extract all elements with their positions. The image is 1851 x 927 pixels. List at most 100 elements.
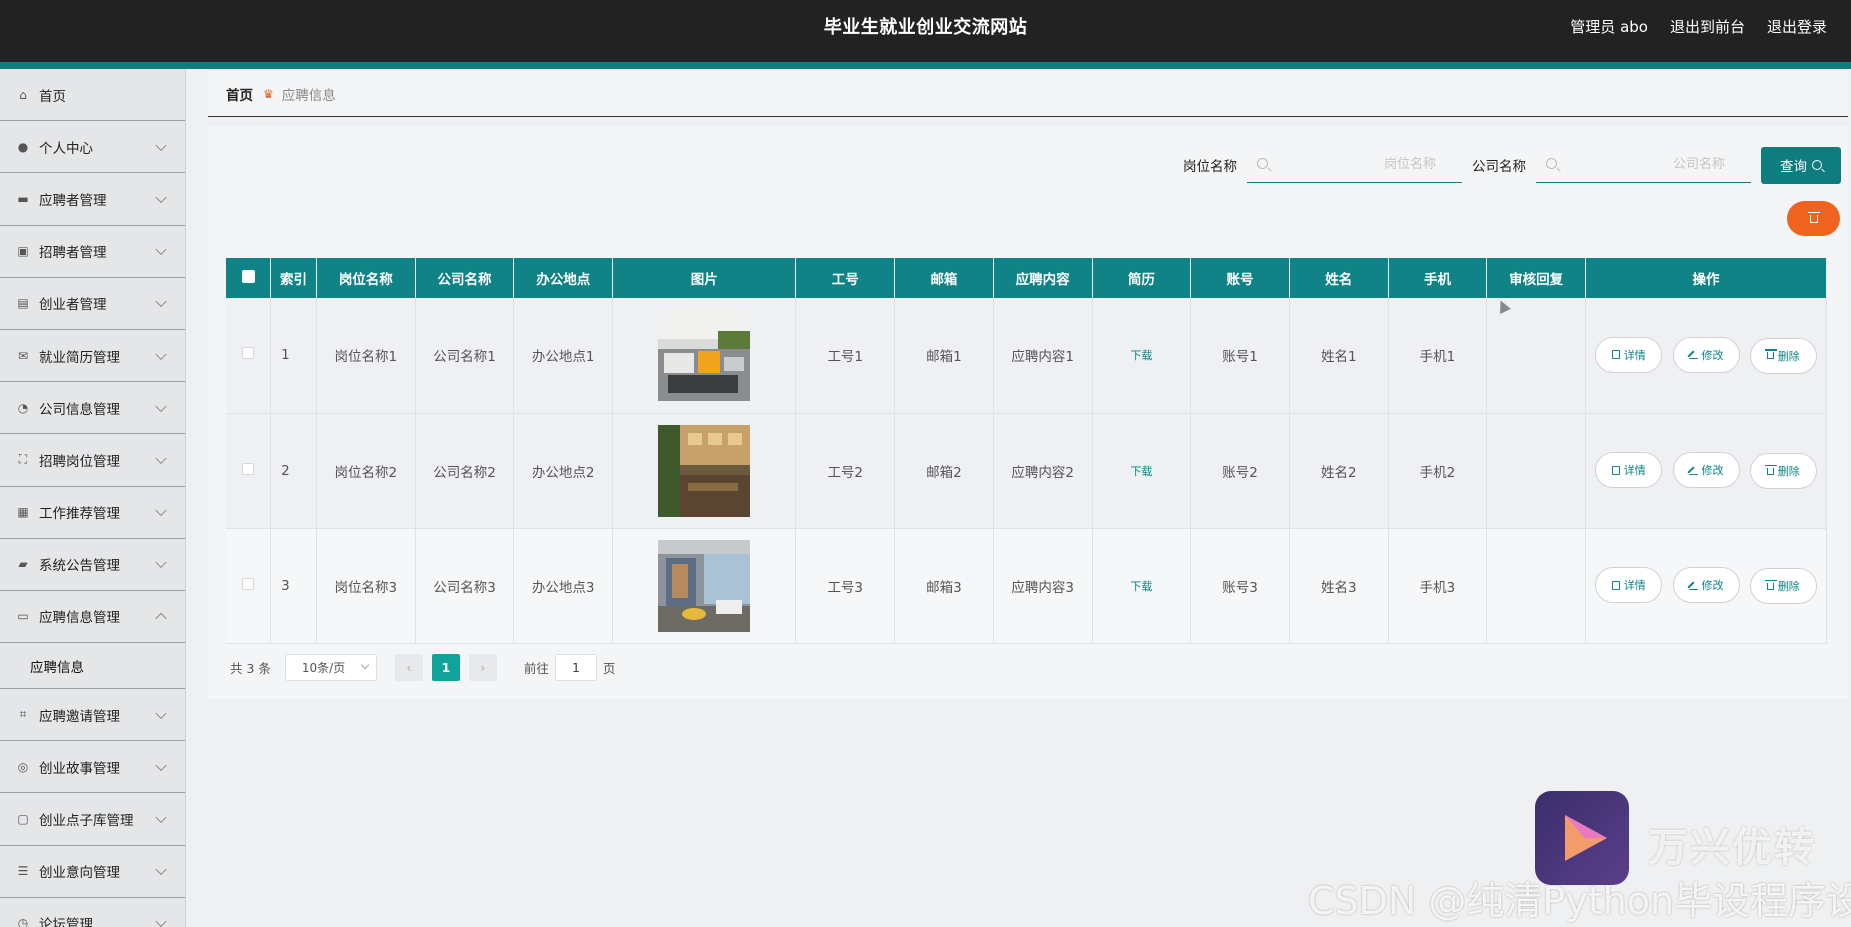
office-photo-thumbnail[interactable] — [658, 424, 751, 517]
chevron-down-icon — [155, 811, 167, 824]
goto-page-input[interactable]: 1 — [554, 653, 597, 681]
cell-account: 账号1 — [1190, 298, 1290, 414]
frame-icon: ⛶ — [18, 452, 28, 467]
chevron-down-icon — [155, 504, 167, 517]
sidebar-item-job-recommend[interactable]: ▦ 工作推荐管理 — [0, 487, 185, 539]
query-button-label: 查询 — [1780, 159, 1807, 175]
delete-button[interactable]: 删除 — [1749, 568, 1817, 604]
recruiter-icon: ▣ — [17, 244, 29, 259]
batch-delete-button[interactable] — [1787, 201, 1840, 236]
chevron-down-icon — [155, 863, 167, 876]
sidebar-item-announcements[interactable]: ▰ 系统公告管理 — [0, 539, 185, 591]
trash-icon — [1807, 211, 1820, 223]
chevron-down-icon — [155, 139, 167, 151]
cell-location: 办公地点2 — [513, 413, 614, 529]
sidebar-item-personal-center[interactable]: ● 个人中心 — [0, 121, 185, 174]
company-name-field — [1536, 147, 1751, 183]
cell-resume: 下载 — [1092, 413, 1192, 529]
company-name-input[interactable] — [1536, 147, 1751, 182]
delete-button[interactable]: 删除 — [1749, 453, 1817, 489]
exit-to-front-link[interactable]: 退出到前台 — [1670, 16, 1745, 37]
page-number-button[interactable]: 1 — [431, 653, 460, 681]
prev-page-button[interactable]: ‹ — [394, 653, 423, 681]
sidebar-item-recruiters[interactable]: ▣ 招聘者管理 — [0, 226, 185, 278]
trash-icon — [1764, 349, 1777, 360]
document-icon — [1611, 580, 1620, 590]
row-checkbox[interactable] — [242, 577, 255, 590]
row-checkbox[interactable] — [242, 347, 255, 360]
column-header: 索引 — [270, 258, 317, 298]
office-photo-thumbnail[interactable] — [658, 309, 751, 402]
row-checkbox-cell[interactable] — [226, 528, 272, 644]
chevron-down-icon — [155, 557, 167, 569]
detail-button[interactable]: 详情 — [1595, 336, 1663, 373]
sidebar-item-intentions[interactable]: ☰ 创业意向管理 — [0, 846, 185, 898]
sidebar-item-entrepreneurs[interactable]: ▤ 创业者管理 — [0, 278, 185, 330]
resume-download-link[interactable]: 下载 — [1130, 465, 1152, 478]
search-icon — [1257, 158, 1268, 169]
detail-button[interactable]: 详情 — [1595, 567, 1663, 603]
office-photo-thumbnail[interactable] — [658, 539, 751, 632]
sidebar-item-forum[interactable]: ◷ 论坛管理 — [0, 898, 185, 927]
row-checkbox-cell[interactable] — [226, 298, 272, 414]
sidebar-item-stories[interactable]: ◎ 创业故事管理 — [0, 741, 185, 794]
sidebar-item-label: 创业故事管理 — [39, 760, 120, 777]
position-name-label: 岗位名称 — [1183, 159, 1237, 175]
resume-download-link[interactable]: 下载 — [1130, 349, 1152, 362]
cell-actions: 详情 修改 删除 — [1585, 528, 1827, 644]
cell-phone: 手机1 — [1388, 298, 1488, 414]
logout-link[interactable]: 退出登录 — [1767, 16, 1827, 37]
sidebar-item-job-posts[interactable]: ⛶ 招聘岗位管理 — [0, 434, 185, 487]
detail-button[interactable]: 详情 — [1595, 452, 1663, 488]
sidebar-item-home[interactable]: ⌂ 首页 — [0, 69, 185, 122]
sidebar-item-application-info[interactable]: ▭ 应聘信息管理 — [0, 591, 185, 644]
edit-icon — [1688, 581, 1698, 590]
cell-reply — [1486, 298, 1587, 414]
card-icon: ▭ — [17, 609, 29, 624]
sidebar-item-label: 系统公告管理 — [39, 558, 120, 575]
header-accent-bar — [0, 62, 1851, 69]
company-name-label: 公司名称 — [1472, 159, 1526, 175]
select-all-cell[interactable] — [226, 258, 272, 298]
cell-image — [612, 528, 797, 644]
search-icon — [1546, 158, 1557, 169]
column-header: 手机 — [1388, 258, 1488, 298]
sidebar-subitem-application-info[interactable]: 应聘信息 — [0, 643, 185, 690]
chevron-up-icon — [155, 613, 167, 625]
column-header: 操作 — [1585, 258, 1827, 298]
cell-content: 应聘内容1 — [993, 298, 1093, 414]
edit-button[interactable]: 修改 — [1672, 567, 1740, 603]
resume-download-link[interactable]: 下载 — [1130, 580, 1152, 593]
sidebar-item-company-info[interactable]: ◔ 公司信息管理 — [0, 382, 185, 435]
page-size-select[interactable]: 10条/页 — [284, 653, 377, 681]
cell-job-no: 工号2 — [795, 413, 896, 529]
position-name-input[interactable] — [1247, 147, 1462, 182]
cell-location: 办公地点3 — [513, 528, 614, 644]
delete-button[interactable]: 删除 — [1749, 337, 1817, 374]
monitor-icon: ▬ — [17, 191, 29, 206]
admin-user-label[interactable]: 管理员 abo — [1570, 16, 1648, 37]
sidebar-item-applicants[interactable]: ▬ 应聘者管理 — [0, 173, 185, 226]
total-count: 共 3 条 — [230, 660, 271, 676]
breadcrumb-home[interactable]: 首页 — [226, 84, 253, 104]
home-icon: ⌂ — [19, 87, 27, 102]
edit-button[interactable]: 修改 — [1672, 336, 1740, 373]
next-page-button[interactable]: › — [468, 653, 497, 681]
sidebar-item-label: 招聘者管理 — [39, 245, 107, 262]
edit-button[interactable]: 修改 — [1672, 452, 1740, 488]
trash-icon — [1764, 579, 1777, 590]
chevron-down-icon — [360, 660, 370, 670]
search-icon — [1812, 160, 1822, 170]
sidebar-item-invitations[interactable]: ⌗ 应聘邀请管理 — [0, 689, 185, 742]
sidebar-item-label: 公司信息管理 — [39, 401, 120, 418]
select-all-checkbox[interactable] — [241, 269, 255, 283]
row-checkbox-cell[interactable] — [226, 413, 272, 529]
row-checkbox[interactable] — [242, 462, 255, 475]
cell-email: 邮箱3 — [894, 528, 994, 644]
cell-content: 应聘内容3 — [993, 528, 1093, 644]
content-panel: 岗位名称 公司名称 查询 索引 岗位名称 公司名称 — [208, 127, 1848, 699]
watermark-brand: 万兴优转 — [1648, 825, 1816, 871]
query-button[interactable]: 查询 — [1761, 146, 1841, 184]
sidebar-item-resumes[interactable]: ✉ 就业简历管理 — [0, 330, 185, 383]
sidebar-item-ideas[interactable]: ▢ 创业点子库管理 — [0, 793, 185, 846]
